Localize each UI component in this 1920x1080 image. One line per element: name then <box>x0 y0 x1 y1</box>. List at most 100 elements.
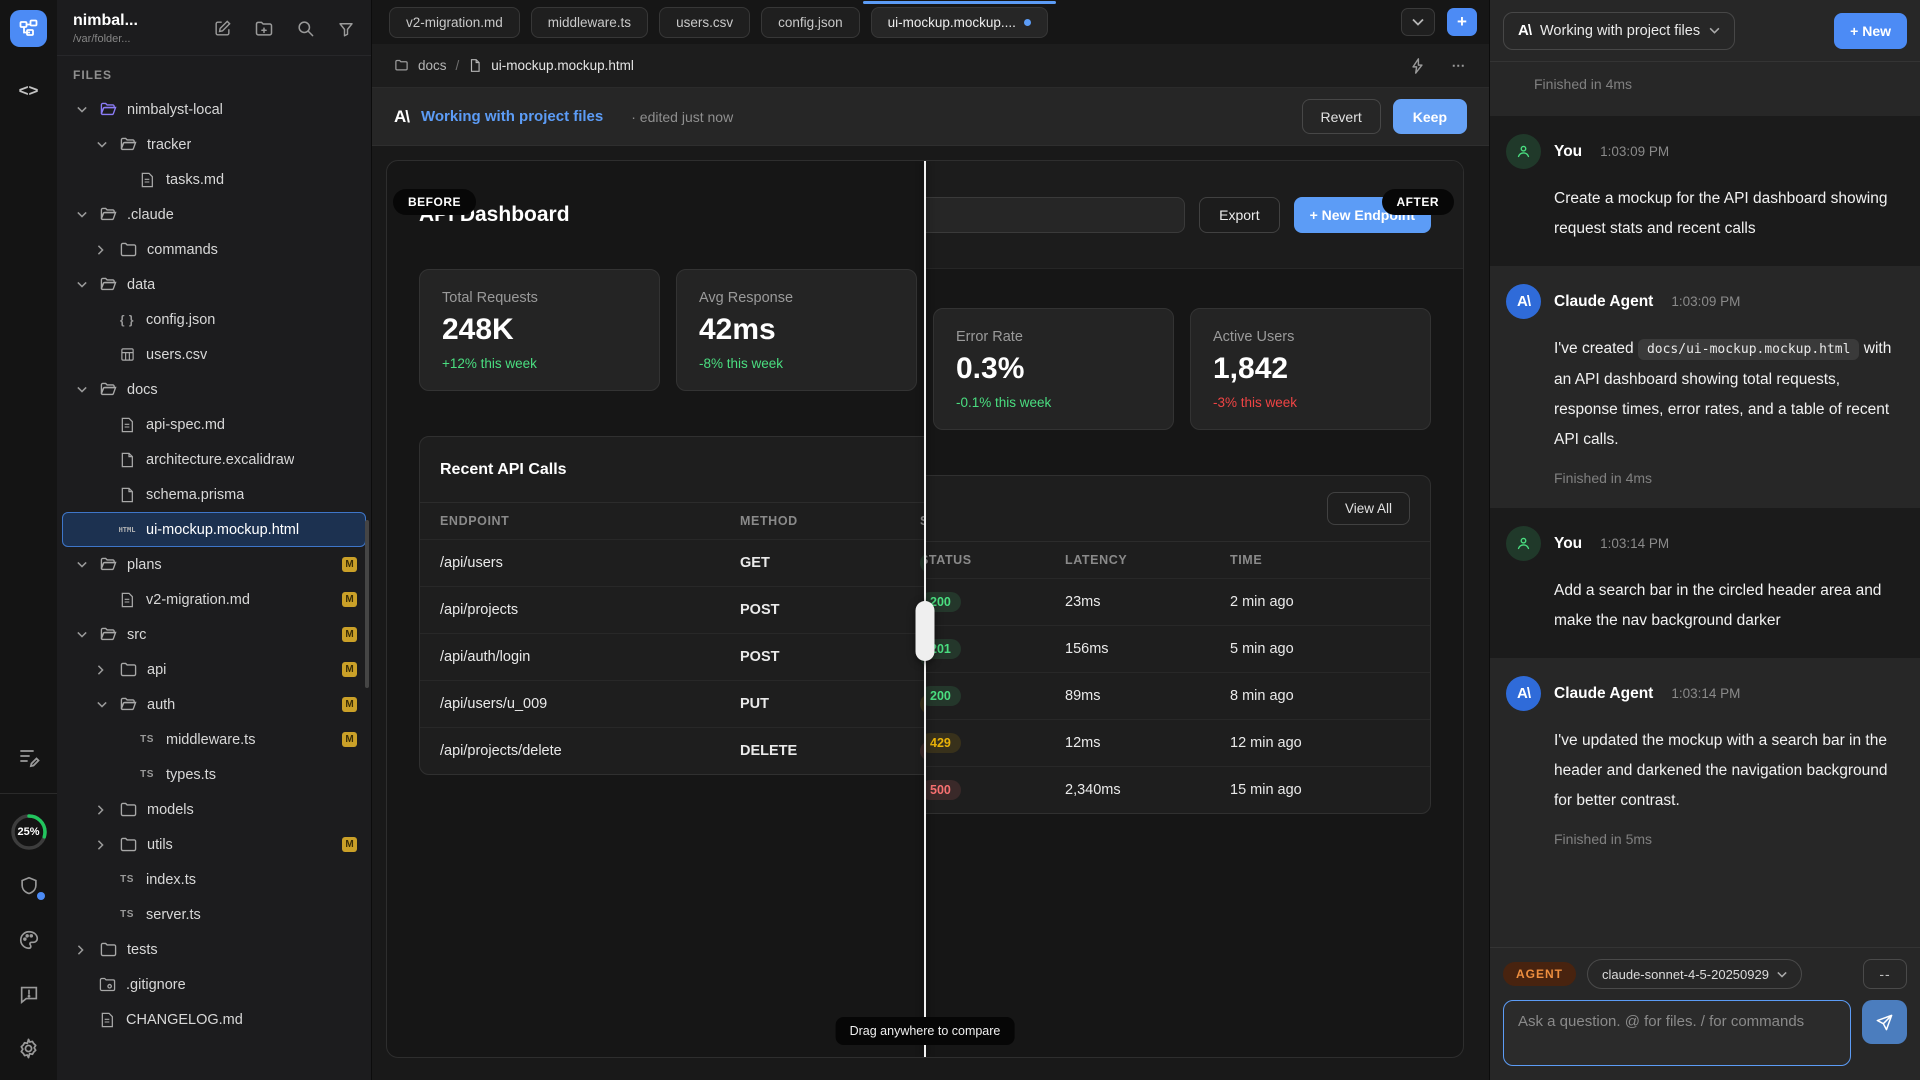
chevron-down-icon[interactable] <box>77 631 89 638</box>
user-avatar <box>1506 526 1541 561</box>
agent-mode-badge[interactable]: AGENT <box>1503 962 1576 986</box>
sidebar-scrollbar[interactable] <box>365 520 369 688</box>
agent-message: A\Claude Agent1:03:14 PMI've updated the… <box>1490 658 1920 869</box>
tree-item-plans[interactable]: plansM <box>62 547 366 582</box>
thread-selector[interactable]: A\ Working with project files <box>1503 12 1735 50</box>
agent-edit-title[interactable]: Working with project files <box>421 108 603 125</box>
edit-file-icon[interactable] <box>213 19 232 38</box>
tree-item-nimbalyst-local[interactable]: nimbalyst-local <box>62 92 366 127</box>
project-name: nimbal... <box>73 12 138 30</box>
claude-avatar: A\ <box>1506 676 1541 711</box>
tree-item-api[interactable]: apiM <box>62 652 366 687</box>
bolt-icon[interactable] <box>1411 58 1424 74</box>
palette-icon[interactable] <box>11 922 47 958</box>
tab-users-csv[interactable]: users.csv <box>659 7 750 38</box>
compare-drag-handle[interactable] <box>916 601 935 661</box>
chevron-down-icon[interactable] <box>77 211 89 218</box>
feedback-icon[interactable] <box>11 976 47 1012</box>
tree-item-label: docs <box>127 382 158 398</box>
tab-config-json[interactable]: config.json <box>761 7 860 38</box>
thread-title: Working with project files <box>1540 23 1700 39</box>
tree-item--gitignore[interactable]: .gitignore <box>62 967 366 1002</box>
search-icon[interactable] <box>296 19 315 38</box>
tree-item-commands[interactable]: commands <box>62 232 366 267</box>
chevron-right-icon[interactable] <box>97 665 109 675</box>
tree-item-config-json[interactable]: { }config.json <box>62 302 366 337</box>
keep-button[interactable]: Keep <box>1393 99 1467 134</box>
md-icon <box>97 1012 117 1028</box>
usage-progress-ring[interactable]: 25% <box>9 812 49 852</box>
tree-item-label: middleware.ts <box>166 732 255 748</box>
chevron-right-icon[interactable] <box>97 805 109 815</box>
chevron-down-icon[interactable] <box>77 561 89 568</box>
tree-item-ui-mockup-mockup-html[interactable]: HTMLui-mockup.mockup.html <box>62 512 366 547</box>
message-timestamp: 1:03:09 PM <box>1671 294 1740 309</box>
tree-item-tracker[interactable]: tracker <box>62 127 366 162</box>
tree-item-v2-migration-md[interactable]: v2-migration.mdM <box>62 582 366 617</box>
app-logo-icon[interactable] <box>10 10 47 47</box>
tree-item-docs[interactable]: docs <box>62 372 366 407</box>
tab-v2-migration-md[interactable]: v2-migration.md <box>389 7 520 38</box>
chevron-down-icon[interactable] <box>77 386 89 393</box>
model-selector[interactable]: claude-sonnet-4-5-20250929 <box>1587 959 1802 989</box>
tree-item-data[interactable]: data <box>62 267 366 302</box>
chat-message-list[interactable]: Finished in 4ms You1:03:09 PMCreate a mo… <box>1490 62 1920 947</box>
chevron-down-icon[interactable] <box>97 141 109 148</box>
tree-item-index-ts[interactable]: TSindex.ts <box>62 862 366 897</box>
tab-list-dropdown-button[interactable] <box>1401 8 1435 36</box>
composer-more-button[interactable]: -- <box>1863 959 1907 989</box>
tree-item-label: data <box>127 277 155 293</box>
notes-edit-icon[interactable] <box>11 739 47 775</box>
folder-open-icon <box>98 627 118 642</box>
tree-item-tasks-md[interactable]: tasks.md <box>62 162 366 197</box>
chevron-right-icon[interactable] <box>97 245 109 255</box>
chevron-right-icon[interactable] <box>97 840 109 850</box>
chevron-down-icon[interactable] <box>77 281 89 288</box>
more-options-icon[interactable]: ⋯ <box>1452 58 1468 74</box>
tree-item-users-csv[interactable]: users.csv <box>62 337 366 372</box>
tree-item-auth[interactable]: authM <box>62 687 366 722</box>
settings-gear-icon[interactable] <box>11 1030 47 1066</box>
tree-item-label: models <box>147 802 194 818</box>
new-chat-button[interactable]: + New <box>1834 13 1907 49</box>
tree-item-api-spec-md[interactable]: api-spec.md <box>62 407 366 442</box>
folder-icon <box>394 58 409 73</box>
tree-item-label: .claude <box>127 207 174 223</box>
revert-button[interactable]: Revert <box>1302 99 1381 134</box>
tree-item-architecture-excalidraw[interactable]: architecture.excalidraw <box>62 442 366 477</box>
tree-item-changelog-md[interactable]: CHANGELOG.md <box>62 1002 366 1037</box>
finished-status: Finished in 4ms <box>1554 470 1900 486</box>
tree-item-label: plans <box>127 557 162 573</box>
new-tab-button[interactable]: + <box>1447 8 1477 36</box>
tab-label: users.csv <box>676 15 733 30</box>
tree-item-middleware-ts[interactable]: TSmiddleware.tsM <box>62 722 366 757</box>
code-icon[interactable]: <> <box>11 73 47 109</box>
send-button[interactable] <box>1862 1000 1907 1044</box>
tree-item-models[interactable]: models <box>62 792 366 827</box>
chevron-right-icon[interactable] <box>77 945 89 955</box>
chevron-down-icon[interactable] <box>77 106 89 113</box>
tab-middleware-ts[interactable]: middleware.ts <box>531 7 648 38</box>
breadcrumb-file[interactable]: ui-mockup.mockup.html <box>491 58 634 73</box>
shield-icon[interactable] <box>11 868 47 904</box>
tree-item-tests[interactable]: tests <box>62 932 366 967</box>
tree-item-label: commands <box>147 242 218 258</box>
tree-item-types-ts[interactable]: TStypes.ts <box>62 757 366 792</box>
chevron-down-icon[interactable] <box>97 701 109 708</box>
prompt-input[interactable]: Ask a question. @ for files. / for comma… <box>1503 1000 1851 1066</box>
breadcrumb-folder[interactable]: docs <box>418 58 447 73</box>
new-folder-icon[interactable] <box>254 19 274 39</box>
tree-item--claude[interactable]: .claude <box>62 197 366 232</box>
ts-icon: TS <box>137 734 157 745</box>
tree-item-src[interactable]: srcM <box>62 617 366 652</box>
filter-icon[interactable] <box>337 20 355 38</box>
message-text: I've created docs/ui-mockup.mockup.html … <box>1554 334 1900 455</box>
export-button[interactable]: Export <box>1199 197 1279 233</box>
tree-item-schema-prisma[interactable]: schema.prisma <box>62 477 366 512</box>
claude-avatar: A\ <box>1506 284 1541 319</box>
tree-item-utils[interactable]: utilsM <box>62 827 366 862</box>
view-all-button[interactable]: View All <box>1327 492 1410 525</box>
tree-item-label: server.ts <box>146 907 201 923</box>
tab-ui-mockup-mockup-[interactable]: ui-mockup.mockup.... <box>871 7 1048 38</box>
tree-item-server-ts[interactable]: TSserver.ts <box>62 897 366 932</box>
